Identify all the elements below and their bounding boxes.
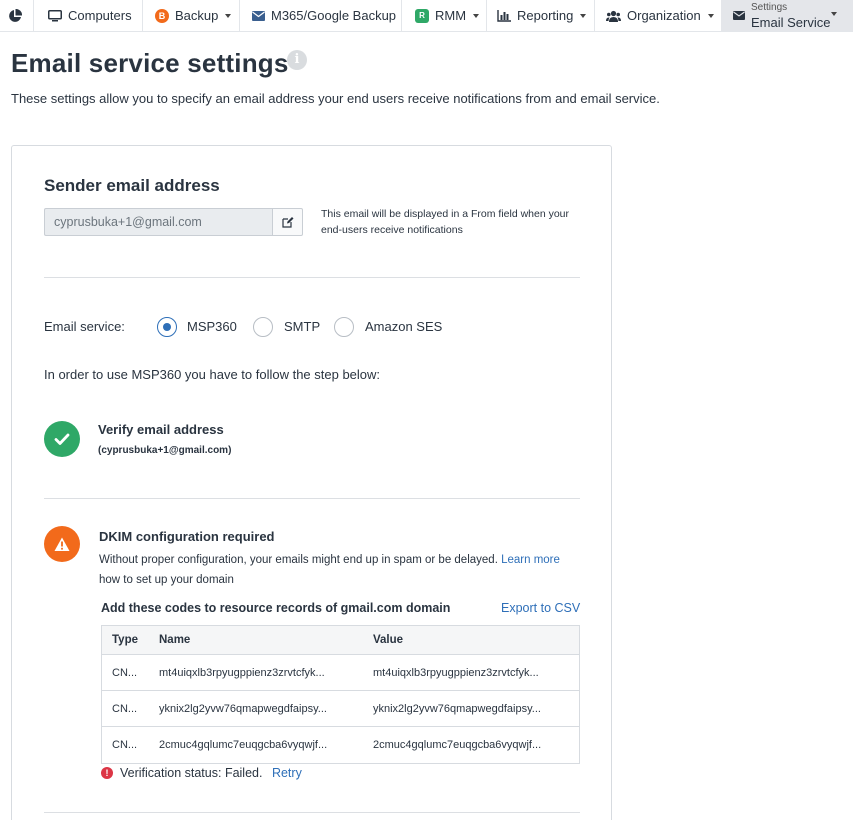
nav-divider [33,0,34,31]
table-row: CN... yknix2lg2yvw76qmapwegdfaipsy... yk… [102,691,579,727]
table-header: Type Name Value [102,626,579,655]
envelope-icon [733,11,745,20]
success-status-icon [44,421,80,457]
page-description: These settings allow you to specify an e… [11,91,660,106]
nav-settings[interactable]: Settings Email Service [721,0,853,31]
nav-divider [401,0,402,31]
cell-type: CN... [112,702,138,715]
cell-type: CN... [112,739,138,751]
radio-smtp[interactable] [253,317,273,337]
backup-icon: B [155,8,169,23]
monitor-icon [48,9,62,21]
nav-m365-label: M365/Google Backup [271,8,397,23]
dkim-description: Without proper configuration, your email… [99,550,579,590]
table-row: CN... 2cmuc4gqlumc7euqgcba6vyqwjf... 2cm… [102,727,579,763]
cell-name[interactable]: yknix2lg2yvw76qmapwegdfaipsy... [159,691,364,726]
dkim-description-suffix: how to set up your domain [99,574,234,586]
email-service-label: Email service: [44,319,125,334]
dkim-codes-title: Add these codes to resource records of g… [101,601,451,615]
cell-value[interactable]: 2cmuc4gqlumc7euqgcba6vyqwjf... [373,727,573,763]
verify-email-title: Verify email address [98,422,224,437]
cell-value[interactable]: mt4uiqxlb3rpyugppienz3zrvtcfyk... [373,655,573,690]
nav-rmm-label: RMM [435,8,467,23]
nav-settings-label: Settings [751,1,788,13]
service-instruction: In order to use MSP360 you have to follo… [44,367,381,382]
sender-section-title: Sender email address [44,176,220,195]
section-divider [44,498,580,499]
nav-computers-label: Computers [68,8,132,23]
nav-organization-label: Organization [627,8,701,23]
section-divider [44,277,580,278]
nav-backup[interactable]: B Backup [155,0,232,31]
error-icon: ! [101,767,113,779]
column-header-name: Name [159,634,191,646]
cell-value[interactable]: yknix2lg2yvw76qmapwegdfaipsy... [373,691,573,726]
radio-smtp-label[interactable]: SMTP [284,319,320,334]
bar-chart-icon [497,9,511,22]
section-divider [44,812,580,813]
radio-msp360-label[interactable]: MSP360 [187,319,237,334]
nav-m365-google-backup[interactable]: M365/Google Backup [252,0,396,31]
dkim-records-table: Type Name Value CN... mt4uiqxlb3rpyugppi… [101,625,580,764]
nav-reporting-label: Reporting [517,8,574,23]
nav-organization[interactable]: Organization [606,0,714,31]
radio-msp360[interactable] [157,317,177,337]
edit-icon [281,217,293,228]
chevron-down-icon [473,13,480,18]
chevron-down-icon [831,12,837,16]
learn-more-link[interactable]: Learn more [501,554,560,566]
chevron-down-icon [707,13,714,18]
cell-name[interactable]: mt4uiqxlb3rpyugppienz3zrvtcfyk... [159,655,364,690]
sender-email-value: cyprusbuka+1@gmail.com [54,215,202,229]
chevron-down-icon [225,13,232,18]
verification-status-label: Verification status: [120,766,222,780]
cell-type: CN... [112,666,138,679]
nav-rmm[interactable]: R RMM [415,0,480,31]
warning-icon [54,537,70,551]
nav-divider [486,0,487,31]
export-csv-link[interactable]: Export to CSV [501,601,580,615]
retry-link[interactable]: Retry [272,766,302,780]
nav-settings-sublabel: Email Service [751,14,831,30]
column-header-type: Type [112,634,138,646]
column-header-value: Value [373,634,404,646]
warning-status-icon [44,526,80,562]
cell-name[interactable]: 2cmuc4gqlumc7euqgcba6vyqwjf... [159,727,364,763]
table-row: CN... mt4uiqxlb3rpyugppienz3zrvtcfyk... … [102,655,579,691]
sender-email-hint: This email will be displayed in a From f… [321,208,570,236]
dashboard-nav-button[interactable] [8,0,22,31]
sender-email-field[interactable]: cyprusbuka+1@gmail.com [44,208,273,236]
users-icon [606,10,621,22]
nav-divider [239,0,240,31]
dkim-title: DKIM configuration required [99,529,275,544]
nav-divider [142,0,143,31]
envelope-icon [252,10,265,21]
verify-email-address: (cyprusbuka+1@gmail.com) [98,445,232,456]
rmm-icon: R [415,8,429,23]
dkim-description-text: Without proper configuration, your email… [99,554,498,566]
nav-reporting[interactable]: Reporting [497,0,587,31]
pie-chart-icon [9,8,22,22]
email-settings-card: Sender email address cyprusbuka+1@gmail.… [11,145,612,820]
radio-amazon-ses-label[interactable]: Amazon SES [365,319,442,334]
radio-amazon-ses[interactable] [334,317,354,337]
info-icon[interactable]: i [287,50,307,70]
page-title: Email service settings [11,48,289,78]
verification-status-value: Failed. [224,766,263,780]
verification-status: Verification status: Failed. Retry [120,766,302,780]
checkmark-icon [54,433,70,445]
nav-divider [594,0,595,31]
edit-email-button[interactable] [272,208,303,236]
nav-computers[interactable]: Computers [48,0,132,31]
top-navigation: Computers B Backup M365/Google Backup R … [0,0,853,32]
nav-backup-label: Backup [175,8,219,23]
chevron-down-icon [580,13,587,18]
